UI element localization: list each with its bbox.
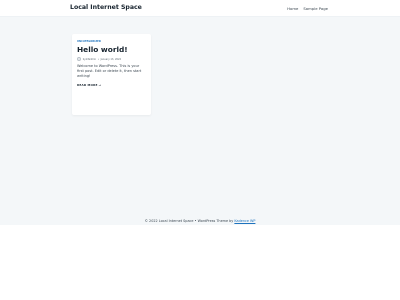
nav-item-sample-page[interactable]: Sample Page <box>303 6 328 11</box>
site-footer: © 2022 Local Internet Space • WordPress … <box>0 207 400 223</box>
nav-item-home[interactable]: Home <box>287 6 298 11</box>
read-more-link[interactable]: READ MORE → <box>77 83 146 87</box>
post-author[interactable]: by1ifadmin <box>83 58 96 61</box>
author-avatar <box>77 57 82 62</box>
footer-theme-link[interactable]: Kadence WP <box>234 219 255 223</box>
primary-nav: Home Sample Page <box>287 6 328 11</box>
footer-text: © 2022 Local Internet Space • WordPress … <box>144 219 235 223</box>
meta-separator: • <box>97 57 100 61</box>
post-card: UNCATEGORIZED Hello world! by1ifadmin • … <box>72 34 151 115</box>
post-excerpt: Welcome to WordPress. This is your first… <box>77 64 142 79</box>
post-meta: by1ifadmin • January 13, 2022 <box>77 57 146 62</box>
post-category[interactable]: UNCATEGORIZED <box>77 40 146 43</box>
main-content: UNCATEGORIZED Hello world! by1ifadmin • … <box>0 17 400 225</box>
site-title[interactable]: Local Internet Space <box>70 4 142 11</box>
post-date: January 13, 2022 <box>100 57 122 61</box>
post-title[interactable]: Hello world! <box>77 45 146 54</box>
site-header: Local Internet Space Home Sample Page <box>0 0 400 17</box>
page-bottom <box>0 225 400 300</box>
footer-copyright: © 2022 Local Internet Space • WordPress … <box>145 219 256 223</box>
